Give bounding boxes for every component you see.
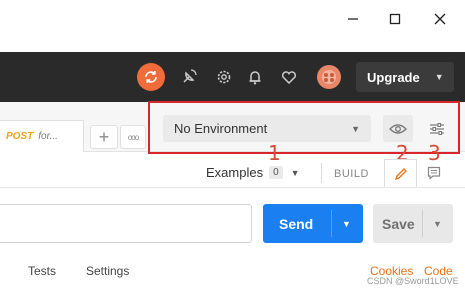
chevron-down-icon[interactable]: ▼ <box>342 219 351 229</box>
more-icon: ooo <box>127 132 139 142</box>
divider <box>0 187 465 188</box>
satellite-button[interactable] <box>178 66 200 88</box>
bell-icon <box>249 71 261 85</box>
divider <box>331 210 332 237</box>
divider <box>321 163 322 183</box>
heart-icon <box>281 71 297 85</box>
chevron-down-icon: ▼ <box>290 167 300 178</box>
tab-settings[interactable]: Settings <box>86 264 129 278</box>
examples-label: Examples <box>206 165 264 180</box>
new-tab-button[interactable]: + <box>90 125 118 149</box>
send-button[interactable]: Send ▼ <box>263 204 363 243</box>
build-label[interactable]: BUILD <box>334 168 369 180</box>
close-button[interactable] <box>428 8 452 30</box>
environment-quick-look-button[interactable] <box>383 115 413 142</box>
favorites-button[interactable] <box>278 66 300 88</box>
send-label: Send <box>279 215 314 232</box>
url-input[interactable] <box>0 204 252 243</box>
sync-icon <box>145 71 157 83</box>
comment-icon <box>427 166 441 180</box>
request-tab[interactable]: POST for... <box>0 120 84 152</box>
settings-gear-button[interactable] <box>213 66 235 88</box>
tab-tests[interactable]: Tests <box>28 264 56 278</box>
chevron-down-icon: ▼ <box>434 72 444 82</box>
minimize-button[interactable] <box>341 8 365 30</box>
edit-button[interactable] <box>384 159 417 187</box>
divider <box>422 210 423 237</box>
avatar-pattern-icon <box>322 70 336 84</box>
tab-options-button[interactable]: ooo <box>120 125 146 149</box>
plus-icon: + <box>98 126 110 147</box>
comments-button[interactable] <box>420 160 448 186</box>
sync-button[interactable] <box>137 63 165 91</box>
maximize-icon <box>389 13 401 25</box>
upgrade-button[interactable]: Upgrade ▼ <box>356 62 454 92</box>
save-label: Save <box>382 215 415 232</box>
manage-environments-button[interactable] <box>424 115 450 142</box>
eye-icon <box>389 123 407 134</box>
tab-method: POST <box>6 131 34 142</box>
sliders-icon <box>430 122 444 135</box>
close-icon <box>434 13 446 25</box>
environment-select[interactable]: No Environment ▼ <box>163 115 371 142</box>
gear-icon <box>217 70 231 84</box>
satellite-icon <box>183 69 197 83</box>
notifications-button[interactable] <box>244 66 266 88</box>
avatar[interactable] <box>317 65 341 89</box>
annotation-1: 1 <box>268 141 281 165</box>
pencil-icon <box>394 167 407 180</box>
minimize-icon <box>348 18 358 20</box>
chevron-down-icon: ▼ <box>351 123 360 134</box>
tab-name: for... <box>38 131 58 142</box>
save-button[interactable]: Save ▼ <box>373 204 453 243</box>
examples-dropdown[interactable]: Examples 0 ▼ <box>206 165 300 180</box>
upgrade-label: Upgrade <box>367 69 420 85</box>
watermark: CSDN @Sword1LOVE <box>367 276 459 286</box>
chevron-down-icon[interactable]: ▼ <box>433 219 442 229</box>
maximize-button[interactable] <box>383 8 407 30</box>
examples-count-badge: 0 <box>269 166 283 179</box>
environment-select-value: No Environment <box>174 121 268 136</box>
